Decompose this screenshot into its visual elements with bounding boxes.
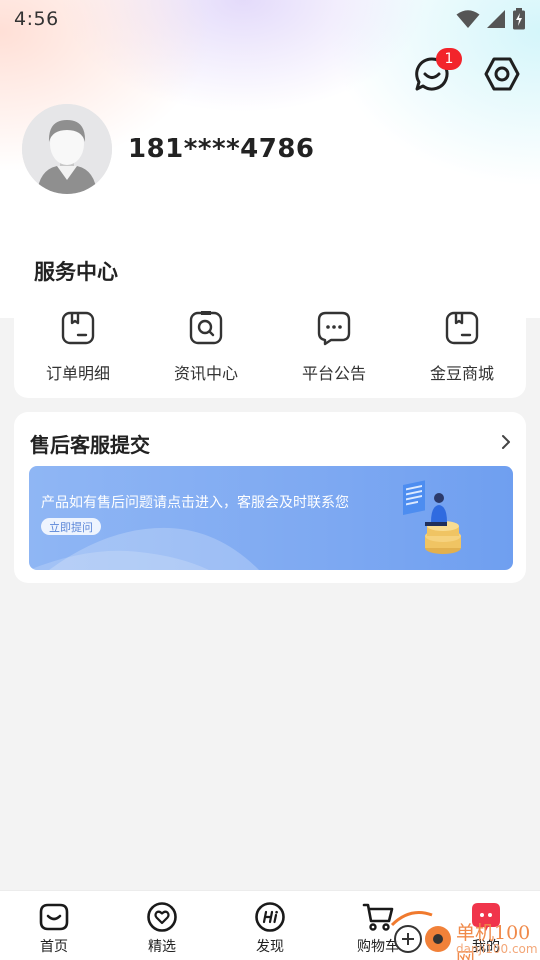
service-center-title: 服务中心 [34,260,118,284]
after-sales-title: 售后客服提交 [30,433,150,457]
watermark-url: danji100.com [456,942,538,956]
hi-icon [255,902,285,932]
tab-featured[interactable]: 精选 [108,891,216,960]
status-icons [456,8,526,30]
default-avatar-icon [22,104,112,194]
watermark: 单机100网 danji100.com [390,905,540,960]
order-icon [61,311,95,345]
status-bar: 4:56 [0,0,540,38]
tab-home[interactable]: 首页 [0,891,108,960]
home-icon [39,903,69,931]
banner-text: 产品如有售后问题请点击进入，客服会及时联系您 [41,495,349,511]
heart-icon [147,902,177,932]
settings-icon [484,57,520,91]
customer-service-illustration [403,480,461,554]
wifi-icon [456,10,480,28]
watermark-logo [390,911,451,953]
service-item-news-center[interactable]: 资讯中心 [142,310,270,384]
cellular-signal-icon [487,10,505,28]
tab-label: 首页 [40,939,68,955]
ask-now-button[interactable]: 立即提问 [41,518,101,535]
service-item-gold-bean-mall[interactable]: 金豆商城 [398,310,526,384]
service-item-announcements[interactable]: 平台公告 [270,310,398,384]
message-button[interactable]: 1 [412,48,462,94]
settings-button[interactable] [482,54,522,94]
after-sales-card: 售后客服提交 产品如有售后问题请点击进入，客服会及时联系您 立即提问 [14,412,526,583]
phone-number: 181****4786 [128,134,315,164]
avatar[interactable] [22,104,112,194]
after-sales-banner[interactable]: 产品如有售后问题请点击进入，客服会及时联系您 立即提问 [29,466,513,570]
chevron-right-icon[interactable] [498,432,514,452]
service-label: 订单明细 [45,364,110,383]
news-search-icon [189,311,223,345]
service-item-order-details[interactable]: 订单明细 [14,310,142,384]
announcement-icon [317,311,351,346]
service-label: 平台公告 [301,364,366,383]
header-actions: 1 [412,48,522,94]
service-label: 资讯中心 [173,364,238,383]
service-center-card: 服务中心 订单明细 资讯中心 平台公告 金豆商城 [14,238,526,398]
mall-icon [445,311,479,345]
profile-section[interactable]: 181****4786 [22,104,315,194]
service-label: 金豆商城 [429,364,494,383]
battery-icon [513,8,525,30]
message-badge: 1 [436,48,462,70]
service-grid: 订单明细 资讯中心 平台公告 金豆商城 [14,310,526,384]
tab-label: 精选 [148,939,176,955]
tab-label: 发现 [256,939,284,955]
tab-discover[interactable]: 发现 [216,891,324,960]
status-time: 4:56 [14,8,59,30]
